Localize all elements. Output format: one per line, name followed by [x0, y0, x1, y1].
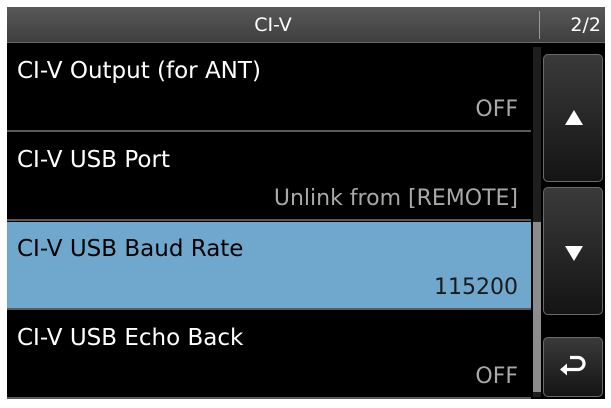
scroll-up-button[interactable]	[543, 54, 603, 182]
item-value: 115200	[434, 275, 518, 300]
item-label: CI-V USB Echo Back	[17, 325, 244, 351]
triangle-down-icon	[565, 246, 583, 261]
list-item-civ-output[interactable]: CI-V Output (for ANT) OFF	[7, 44, 531, 132]
item-value: OFF	[475, 97, 518, 122]
back-button[interactable]	[543, 337, 603, 397]
item-label: CI-V USB Baud Rate	[17, 236, 244, 262]
item-label: CI-V USB Port	[17, 147, 170, 173]
scroll-down-button[interactable]	[543, 187, 603, 315]
item-value: OFF	[475, 364, 518, 389]
radio-screen: CI-V 2/2 CI-V Output (for ANT) OFF CI-V …	[7, 7, 605, 399]
settings-list: CI-V Output (for ANT) OFF CI-V USB Port …	[7, 44, 531, 399]
menu-title: CI-V	[254, 14, 292, 36]
scrollbar-thumb[interactable]	[533, 222, 541, 392]
item-label: CI-V Output (for ANT)	[17, 58, 261, 84]
title-bar: CI-V 2/2	[7, 7, 605, 43]
list-item-civ-usb-port[interactable]: CI-V USB Port Unlink from [REMOTE]	[7, 133, 531, 221]
list-item-civ-usb-baud-rate[interactable]: CI-V USB Baud Rate 115200	[7, 222, 531, 310]
item-value: Unlink from [REMOTE]	[273, 186, 518, 211]
triangle-up-icon	[565, 110, 583, 125]
list-item-civ-usb-echo-back[interactable]: CI-V USB Echo Back OFF	[7, 311, 531, 399]
page-indicator: 2/2	[570, 14, 601, 36]
return-arrow-icon	[560, 355, 586, 376]
title-divider	[539, 11, 540, 39]
